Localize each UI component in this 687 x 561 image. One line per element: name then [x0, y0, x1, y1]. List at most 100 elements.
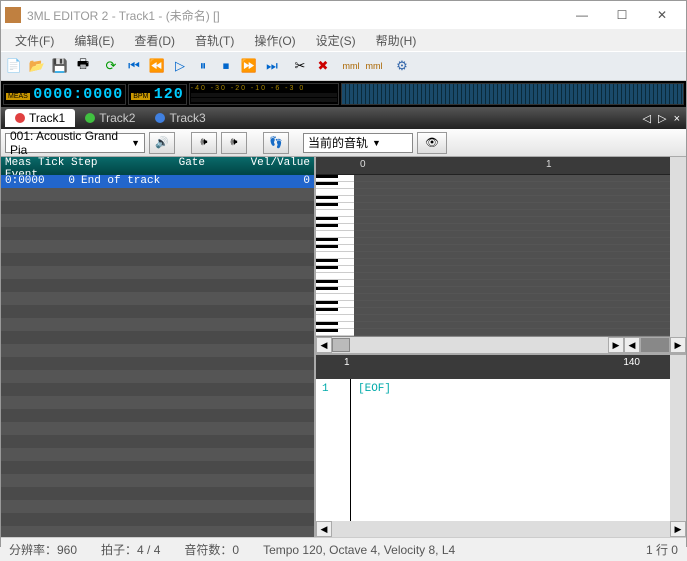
- current-track-combo[interactable]: 当前的音轨 ▼: [303, 133, 413, 153]
- level-bar-r: [191, 98, 337, 102]
- main-toolbar: 📄 📂 💾 🖶 ⟳ ⏮ ⏪ ▷ ⏸ ⏹ ⏩ ⏭ ✂ ✖ mml mml ⚙: [1, 51, 686, 81]
- menu-track[interactable]: 音轨(T): [185, 32, 244, 49]
- forward-icon[interactable]: ⏩: [238, 55, 260, 77]
- piano-grid[interactable]: [354, 175, 670, 336]
- event-list-pane: Meas Tick Step Event Gate Vel/Value 0:00…: [1, 157, 316, 537]
- bpm-label: BPM: [131, 93, 150, 100]
- status-tempo: Tempo 120, Octave 4, Velocity 8, L4: [263, 543, 455, 557]
- zoom-out-icon[interactable]: ◀: [624, 337, 640, 353]
- new-file-icon[interactable]: 📄: [3, 55, 25, 77]
- menu-settings[interactable]: 设定(S): [306, 32, 366, 49]
- refresh-icon[interactable]: ⟳: [100, 55, 122, 77]
- speaker-right-icon[interactable]: 🕪: [221, 132, 247, 154]
- mml-import-icon[interactable]: mml: [363, 55, 385, 77]
- minimize-button[interactable]: —: [562, 3, 602, 27]
- mml-ruler[interactable]: 1 140: [316, 355, 670, 379]
- piano-hscroll[interactable]: ◀ ▶ ◀ ▶: [316, 337, 686, 353]
- piano-vscroll[interactable]: [670, 157, 686, 337]
- mml-text-area[interactable]: 1 [EOF]: [316, 379, 670, 521]
- text-cursor: [350, 379, 351, 521]
- menu-view[interactable]: 查看(D): [124, 32, 185, 49]
- scroll-left-icon[interactable]: ◀: [316, 521, 332, 537]
- transport-display: MEAS 0000:0000 BPM 120 -40 -30 -20 -10 -…: [1, 81, 686, 107]
- eof-marker: [EOF]: [358, 383, 391, 395]
- zoom-slider[interactable]: [640, 337, 670, 353]
- col-event: Meas Tick Step Event: [5, 157, 125, 175]
- piano-keys[interactable]: [316, 175, 354, 336]
- event-val: 0: [286, 175, 310, 188]
- settings-icon[interactable]: ⚙: [391, 55, 413, 77]
- mml-editor-pane: 1 140 1 [EOF] ◀ ▶: [316, 353, 686, 537]
- menu-edit[interactable]: 编辑(E): [64, 32, 124, 49]
- mml-export-icon[interactable]: mml: [340, 55, 362, 77]
- scroll-right-icon[interactable]: ▶: [608, 337, 624, 353]
- track-tab-2[interactable]: Track2: [75, 109, 145, 127]
- speaker-on-icon[interactable]: 🔊: [149, 132, 175, 154]
- speaker-left-icon[interactable]: 🕪: [191, 132, 217, 154]
- mml-vscroll[interactable]: [670, 355, 686, 521]
- line-number: 1: [322, 383, 329, 395]
- maximize-button[interactable]: ☐: [602, 3, 642, 27]
- measure-counter: MEAS 0000:0000: [3, 84, 126, 105]
- instrument-combo[interactable]: 001: Acoustic Grand Pia ▼: [5, 133, 145, 153]
- menu-file[interactable]: 文件(F): [5, 32, 64, 49]
- play-icon[interactable]: ▷: [169, 55, 191, 77]
- track-tab-3[interactable]: Track3: [145, 109, 215, 127]
- current-track-label: 当前的音轨: [308, 134, 368, 151]
- status-lines: 1 行 0: [646, 541, 678, 558]
- col-velocity: Vel/Value: [205, 157, 310, 175]
- titlebar: 3ML EDITOR 2 - Track1 - (未命名) [] — ☐ ✕: [1, 1, 686, 29]
- menu-operate[interactable]: 操作(O): [244, 32, 305, 49]
- app-icon: [5, 7, 21, 23]
- event-step: 0: [55, 175, 75, 188]
- zoom-in-icon[interactable]: ▶: [670, 337, 686, 353]
- level-ticks: -40 -30 -20 -10 -6 -3 0: [191, 85, 337, 92]
- piano-ruler[interactable]: 0 1: [316, 157, 670, 175]
- open-file-icon[interactable]: 📂: [26, 55, 48, 77]
- track-color-icon: [15, 113, 25, 123]
- track-label: Track3: [169, 111, 205, 125]
- track-label: Track1: [29, 111, 65, 125]
- bpm-counter: BPM 120: [128, 84, 187, 105]
- status-resolution: 分辨率：960: [9, 541, 77, 558]
- event-row[interactable]: 0:0000 0 End of track 0: [1, 175, 314, 188]
- scroll-right-icon[interactable]: ▶: [670, 521, 686, 537]
- scroll-left-icon[interactable]: ◀: [316, 337, 332, 353]
- piano-roll: [316, 175, 670, 337]
- track-color-icon: [155, 113, 165, 123]
- event-list-header: Meas Tick Step Event Gate Vel/Value: [1, 157, 314, 175]
- status-beat: 拍子：4 / 4: [101, 541, 160, 558]
- print-icon[interactable]: 🖶: [72, 55, 94, 77]
- rewind-icon[interactable]: ⏪: [146, 55, 168, 77]
- tab-prev-icon[interactable]: ◁: [643, 113, 653, 125]
- stop-icon[interactable]: ⏹: [215, 55, 237, 77]
- track-label: Track2: [99, 111, 135, 125]
- delete-icon[interactable]: ✖: [312, 55, 334, 77]
- window-title: 3ML EDITOR 2 - Track1 - (未命名) []: [27, 7, 220, 24]
- scroll-thumb[interactable]: [332, 338, 350, 352]
- mml-ruler-140: 140: [623, 357, 640, 368]
- mml-hscroll[interactable]: ◀ ▶: [316, 521, 686, 537]
- meas-value: 0000:0000: [33, 86, 123, 103]
- ruler-mark-1: 1: [546, 159, 552, 170]
- pause-icon[interactable]: ⏸: [192, 55, 214, 77]
- tab-close-icon[interactable]: ×: [674, 113, 682, 125]
- instrument-toolbar: 001: Acoustic Grand Pia ▼ 🔊 🕪 🕪 👣 当前的音轨 …: [1, 129, 686, 157]
- right-pane: 0 1 ◀ ▶ ◀ ▶ 1: [316, 157, 686, 537]
- event-list-body[interactable]: 0:0000 0 End of track 0: [1, 175, 314, 537]
- save-file-icon[interactable]: 💾: [49, 55, 71, 77]
- footprint-icon[interactable]: 👣: [263, 132, 289, 154]
- track-tab-1[interactable]: Track1: [5, 109, 75, 127]
- level-bar-l: [191, 93, 337, 97]
- chevron-down-icon: ▼: [131, 138, 140, 148]
- close-button[interactable]: ✕: [642, 3, 682, 27]
- keyboard-overview[interactable]: [341, 83, 684, 105]
- menu-help[interactable]: 帮助(H): [366, 32, 427, 49]
- rewind-start-icon[interactable]: ⏮: [123, 55, 145, 77]
- cut-icon[interactable]: ✂: [289, 55, 311, 77]
- eye-icon[interactable]: 👁: [417, 132, 447, 154]
- forward-end-icon[interactable]: ⏭: [261, 55, 283, 77]
- event-pos: 0:0000: [5, 175, 55, 188]
- tab-next-icon[interactable]: ▷: [658, 113, 668, 125]
- menubar: 文件(F) 编辑(E) 查看(D) 音轨(T) 操作(O) 设定(S) 帮助(H…: [1, 29, 686, 51]
